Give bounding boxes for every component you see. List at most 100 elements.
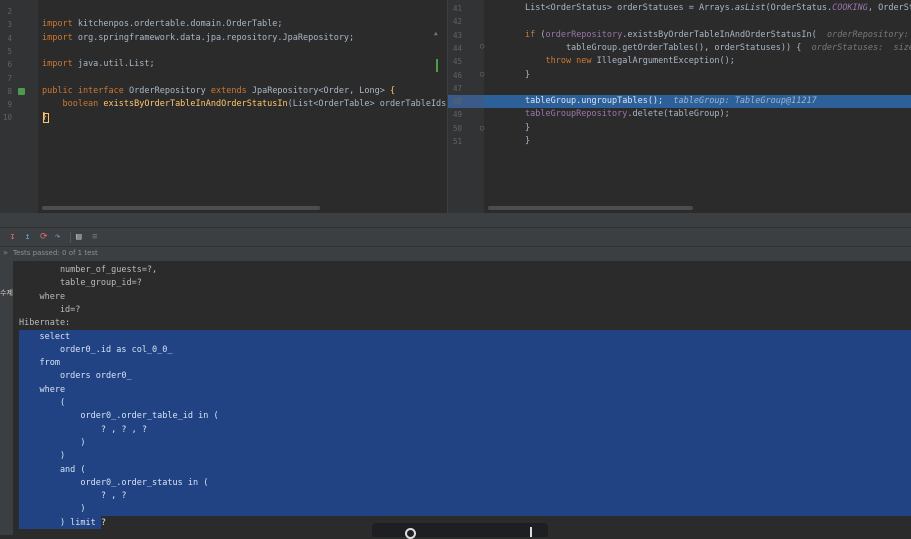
test-status-bar: » Tests passed: 0 of 1 test — [0, 246, 911, 261]
code-token: org.springframework.data.jpa.repository.… — [77, 32, 355, 43]
code-token: } — [525, 136, 531, 146]
right-horizontal-scrollbar[interactable] — [488, 206, 693, 210]
caret — [43, 113, 49, 123]
console-line: ) — [19, 504, 86, 515]
code-token: java.util.List; — [77, 59, 155, 70]
line-number: 48 — [452, 97, 462, 107]
code-line[interactable]: } — [525, 123, 530, 133]
code-line[interactable]: } — [525, 70, 530, 80]
code-line[interactable]: boolean existsByOrderTableInAndOrderStat… — [42, 99, 447, 109]
bookmark-icon — [18, 88, 25, 95]
code-token: .delete(tableGroup); — [627, 109, 730, 120]
line-number: 47 — [452, 83, 462, 93]
console-line: table_group_id=? — [19, 278, 142, 289]
code-line[interactable]: import kitchenpos.ordertable.domain.Orde… — [42, 19, 283, 29]
console-line: where — [19, 384, 66, 395]
test-status-text: Tests passed: 0 of 1 test — [13, 249, 98, 257]
console-line: order0_.order_table_id in ( — [19, 411, 219, 422]
console-line: and ( — [19, 464, 86, 475]
code-token: IllegalArgumentException(); — [596, 56, 735, 67]
code-token: (List<OrderTable> orderTableIds, Lis — [287, 99, 447, 110]
code-line[interactable]: tableGroup.ungroupTables(); tableGroup: … — [525, 96, 817, 106]
code-token: } — [525, 122, 531, 133]
fold-marker-icon: ▲ — [434, 30, 438, 37]
line-number: 9 — [7, 100, 12, 110]
layout-icon[interactable]: ▤ — [76, 232, 81, 242]
code-line[interactable]: tableGroupRepository.delete(tableGroup); — [525, 109, 730, 119]
console-line: number_of_guests=?, — [19, 265, 158, 275]
right-editor[interactable]: 41 42 43 44 45 46 47 48 49 50 51 List<OrderStatus> … — [448, 0, 911, 213]
code-line[interactable]: throw new IllegalArgumentException(); — [525, 56, 735, 67]
code-line[interactable]: if (orderRepository.existsByOrderTableIn… — [525, 30, 911, 40]
code-token: orderStatuses: size = 2 — [811, 42, 911, 53]
console-line: select — [19, 331, 71, 342]
code-token: COOKING — [832, 3, 868, 13]
code-token: import — [42, 59, 78, 70]
history-icon[interactable]: ↷ — [55, 232, 60, 242]
code-token: tableGroup.getOrderTables(), orderStatus… — [525, 42, 812, 53]
line-number: 6 — [7, 60, 12, 70]
settings-lines-icon[interactable]: ≡ — [92, 232, 97, 242]
line-number: 51 — [452, 137, 462, 146]
fold-icon[interactable]: ◯ — [480, 70, 484, 78]
code-token: tableGroup: TableGroup@11217 — [673, 96, 817, 107]
popup-icon — [405, 528, 416, 539]
line-number: 46 — [452, 70, 462, 80]
console-output[interactable]: number_of_guests=?, table_group_id=? whe… — [13, 261, 911, 535]
line-number: 4 — [7, 33, 12, 43]
console-line: ? , ? — [19, 491, 127, 502]
code-token: asList — [734, 3, 766, 13]
line-number: 2 — [7, 7, 12, 16]
console-line: from — [19, 358, 60, 369]
line-number: 8 — [7, 86, 12, 96]
sort-duration-icon[interactable]: ↥ — [25, 232, 30, 242]
code-token: import — [42, 32, 78, 43]
run-toolbar: ↧ ↥ ⟳ ↷ ▤ ≡ — [0, 227, 911, 247]
code-token: { — [390, 85, 396, 96]
console-line: order0_.order_status in ( — [19, 477, 209, 488]
code-token: .existsByOrderTableInAndOrderStatusIn( — [622, 29, 827, 40]
code-token: (OrderStatus. — [765, 3, 833, 13]
code-token: public interface — [42, 85, 129, 96]
fold-icon[interactable]: ◯ — [480, 42, 484, 50]
line-number: 44 — [452, 43, 462, 53]
console-line: orders order0_ — [19, 371, 132, 382]
import-tests-icon[interactable]: ⟳ — [40, 232, 48, 242]
code-line[interactable]: import java.util.List; — [42, 59, 155, 69]
tool-window-separator — [0, 213, 911, 227]
green-marker — [436, 59, 438, 72]
console-line: where — [19, 291, 66, 302]
code-token: orderRepository: "org — [826, 29, 909, 40]
code-token: OrderRepository — [129, 85, 211, 96]
code-line[interactable]: public interface OrderRepository extends… — [42, 86, 395, 96]
expand-icon[interactable]: » — [3, 248, 8, 257]
code-line[interactable]: List<OrderStatus> orderStatuses = Arrays… — [525, 3, 911, 13]
code-token: } — [525, 69, 531, 80]
line-number: 10 — [2, 113, 12, 123]
line-number: 50 — [452, 123, 462, 133]
code-token: import — [42, 19, 78, 30]
console-line: Hibernate: — [19, 318, 71, 329]
console-selection — [19, 330, 911, 516]
left-horizontal-scrollbar[interactable] — [42, 206, 320, 210]
code-line[interactable]: import org.springframework.data.jpa.repo… — [42, 33, 354, 43]
line-number: 42 — [452, 17, 462, 27]
code-token: tableGroupRepository — [525, 109, 628, 120]
code-line[interactable]: tableGroup.getOrderTables(), orderStatus… — [525, 43, 911, 53]
left-tool-strip: 수제 — [0, 261, 13, 535]
fold-icon[interactable]: ◯ — [480, 124, 484, 132]
console-line: id=? — [19, 304, 81, 315]
sort-alpha-icon[interactable]: ↧ — [10, 232, 15, 242]
code-token: if — [525, 29, 541, 40]
console-line: ) — [19, 451, 66, 462]
line-number: 3 — [7, 20, 12, 30]
side-tab-label[interactable]: 수제 — [0, 288, 13, 298]
code-token: tableGroup.ungroupTables(); — [525, 96, 674, 107]
left-editor[interactable]: 2 3 4 5 6 7 8 9 10 import kitchenpos.ordertable.d… — [0, 0, 447, 213]
line-number: 5 — [7, 46, 12, 56]
code-line[interactable]: } — [525, 136, 530, 146]
code-token: throw new — [525, 56, 597, 67]
console-line: order0_.id as col_0_0_ — [19, 344, 173, 355]
code-token: existsByOrderTableInAndOrderStatusIn — [103, 99, 288, 110]
line-number: 43 — [452, 30, 462, 40]
